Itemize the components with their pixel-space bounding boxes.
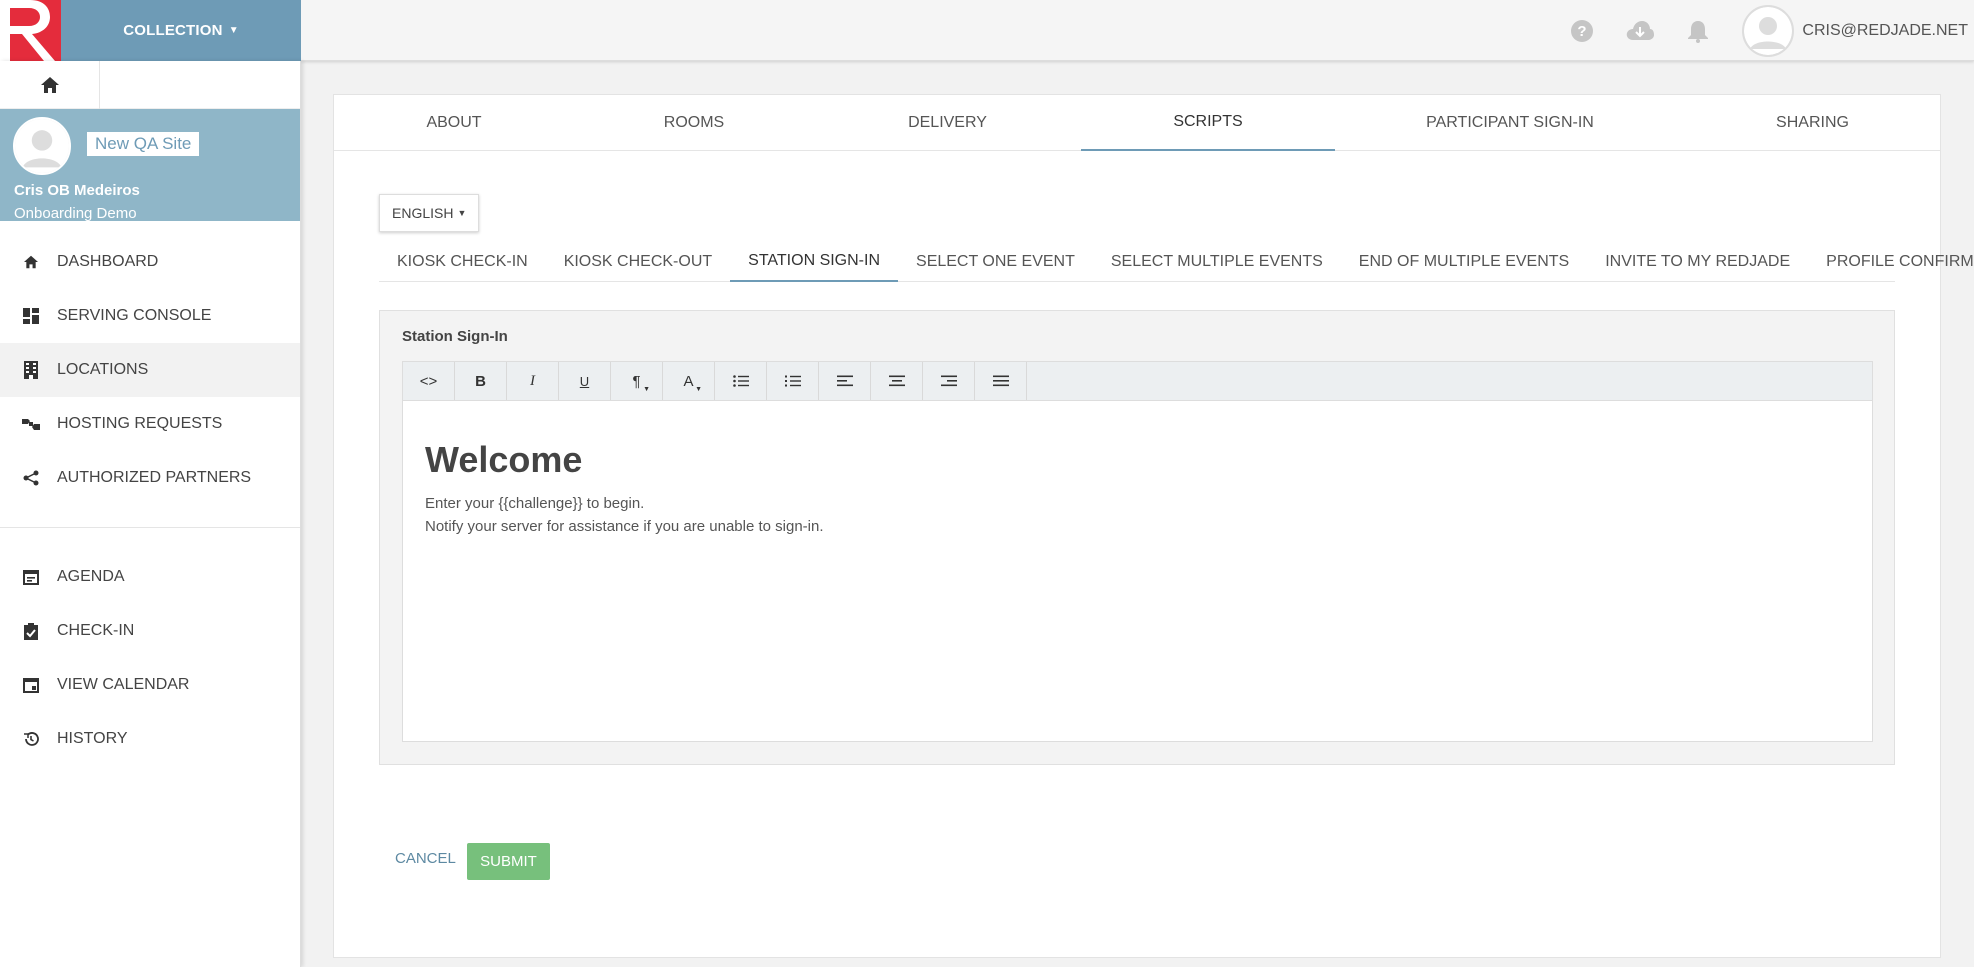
sidebar-item-authorized-partners[interactable]: AUTHORIZED PARTNERS (0, 451, 300, 505)
language-label: ENGLISH (392, 205, 454, 221)
profile-user-name: Cris OB Medeiros (14, 182, 140, 199)
subtab-kiosk-check-in[interactable]: KIOSK CHECK-IN (379, 241, 546, 282)
profile-panel: New QA Site Cris OB Medeiros Onboarding … (0, 109, 300, 222)
cancel-button[interactable]: CANCEL (395, 850, 456, 867)
scripts-card: ABOUT ROOMS DELIVERY SCRIPTS PARTICIPANT… (333, 94, 1974, 958)
editor-content[interactable]: Welcome Enter your {{challenge}} to begi… (402, 401, 1873, 742)
subtab-select-multiple-events[interactable]: SELECT MULTIPLE EVENTS (1093, 241, 1341, 282)
align-center-icon[interactable] (871, 362, 923, 400)
sidebar-item-hosting-requests[interactable]: HOSTING REQUESTS (0, 397, 300, 451)
home-icon (40, 77, 59, 93)
sidebar-item-label: AGENDA (57, 568, 125, 585)
paragraph-icon[interactable]: ¶ ▼ (611, 362, 663, 400)
content-line-1: Enter your {{challenge}} to begin. (425, 495, 645, 512)
sidebar-item-label: VIEW CALENDAR (57, 676, 190, 693)
subtab-end-of-multiple-events[interactable]: END OF MULTIPLE EVENTS (1341, 241, 1587, 282)
ordered-list-icon[interactable] (767, 362, 819, 400)
sidebar-item-history[interactable]: HISTORY (0, 712, 300, 766)
top-bar: COLLECTION ▼ ? CRIS@REDJADE.NET (0, 0, 1974, 61)
collection-label: COLLECTION (123, 22, 223, 39)
calendar-icon (22, 676, 40, 694)
help-icon[interactable]: ? (1568, 17, 1596, 45)
subtab-station-sign-in[interactable]: STATION SIGN-IN (730, 241, 899, 282)
script-subtabs: KIOSK CHECK-IN KIOSK CHECK-OUT STATION S… (379, 241, 1974, 282)
sidebar-item-label: AUTHORIZED PARTNERS (57, 469, 252, 486)
code-view-icon[interactable]: <> (403, 362, 455, 400)
content-line-2: Notify your server for assistance if you… (425, 518, 824, 535)
sidebar-item-label: SERVING CONSOLE (57, 307, 212, 324)
subtab-profile-confirm[interactable]: PROFILE CONFIRM (1808, 241, 1974, 282)
sidebar-item-label: LOCATIONS (57, 361, 149, 378)
sidebar-item-dashboard[interactable]: DASHBOARD (0, 235, 300, 289)
agenda-icon (22, 568, 40, 586)
unordered-list-icon[interactable] (715, 362, 767, 400)
tab-delivery[interactable]: DELIVERY (814, 95, 1081, 151)
sidebar-divider (0, 527, 300, 528)
history-icon (22, 730, 40, 748)
sidebar-item-check-in[interactable]: CHECK-IN (0, 604, 300, 658)
subtab-select-one-event[interactable]: SELECT ONE EVENT (898, 241, 1093, 282)
main-tabs: ABOUT ROOMS DELIVERY SCRIPTS PARTICIPANT… (334, 95, 1940, 151)
editor-panel: Station Sign-In <> B I U ¶ ▼ A ▼ Welcome… (379, 310, 1895, 765)
sidebar-item-label: DASHBOARD (57, 253, 159, 270)
profile-avatar[interactable] (13, 117, 71, 175)
font-color-icon[interactable]: A ▼ (663, 362, 715, 400)
home-button[interactable] (0, 61, 100, 109)
sidebar-item-serving-console[interactable]: SERVING CONSOLE (0, 289, 300, 343)
home-icon (22, 253, 40, 271)
underline-icon[interactable]: U (559, 362, 611, 400)
align-left-icon[interactable] (819, 362, 871, 400)
sidebar-item-label: HOSTING REQUESTS (57, 415, 223, 432)
align-justify-icon[interactable] (975, 362, 1027, 400)
dashboard-icon (22, 307, 40, 325)
bell-icon[interactable] (1684, 17, 1712, 45)
cloud-download-icon[interactable] (1626, 17, 1655, 45)
editor-label: Station Sign-In (402, 328, 508, 345)
caret-down-icon: ▼ (457, 208, 467, 218)
user-avatar[interactable] (1742, 4, 1795, 57)
sidebar-item-agenda[interactable]: AGENDA (0, 550, 300, 604)
tab-about[interactable]: ABOUT (334, 95, 574, 151)
italic-icon[interactable]: I (507, 362, 559, 400)
sidebar-item-label: CHECK-IN (57, 622, 135, 639)
sidebar: New QA Site Cris OB Medeiros Onboarding … (0, 61, 301, 967)
handshake-icon (22, 415, 40, 433)
sidebar-item-view-calendar[interactable]: VIEW CALENDAR (0, 658, 300, 712)
clipboard-check-icon (22, 622, 40, 640)
tab-scripts[interactable]: SCRIPTS (1081, 95, 1335, 151)
tab-rooms[interactable]: ROOMS (574, 95, 814, 151)
collection-dropdown[interactable]: COLLECTION ▼ (61, 0, 301, 61)
bold-icon[interactable]: B (455, 362, 507, 400)
content-heading: Welcome (425, 439, 583, 480)
share-icon (22, 469, 40, 487)
tab-participant-sign-in[interactable]: PARTICIPANT SIGN-IN (1335, 95, 1685, 151)
svg-text:?: ? (1578, 23, 1587, 40)
caret-down-icon: ▼ (228, 25, 239, 36)
sidebar-item-locations[interactable]: LOCATIONS (0, 343, 300, 397)
subtab-invite-to-my-redjade[interactable]: INVITE TO MY REDJADE (1587, 241, 1808, 282)
align-right-icon[interactable] (923, 362, 975, 400)
site-name-badge[interactable]: New QA Site (87, 132, 200, 156)
tab-sharing[interactable]: SHARING (1685, 95, 1940, 151)
submit-button[interactable]: SUBMIT (467, 843, 550, 880)
subtab-kiosk-check-out[interactable]: KIOSK CHECK-OUT (546, 241, 730, 282)
language-dropdown[interactable]: ENGLISH ▼ (379, 194, 480, 232)
sidebar-item-label: HISTORY (57, 730, 128, 747)
redjade-logo[interactable] (0, 0, 61, 61)
building-icon (22, 361, 40, 379)
editor-toolbar: <> B I U ¶ ▼ A ▼ (402, 361, 1873, 401)
user-email[interactable]: CRIS@REDJADE.NET (1802, 22, 1968, 40)
profile-company: Onboarding Demo (14, 205, 137, 222)
